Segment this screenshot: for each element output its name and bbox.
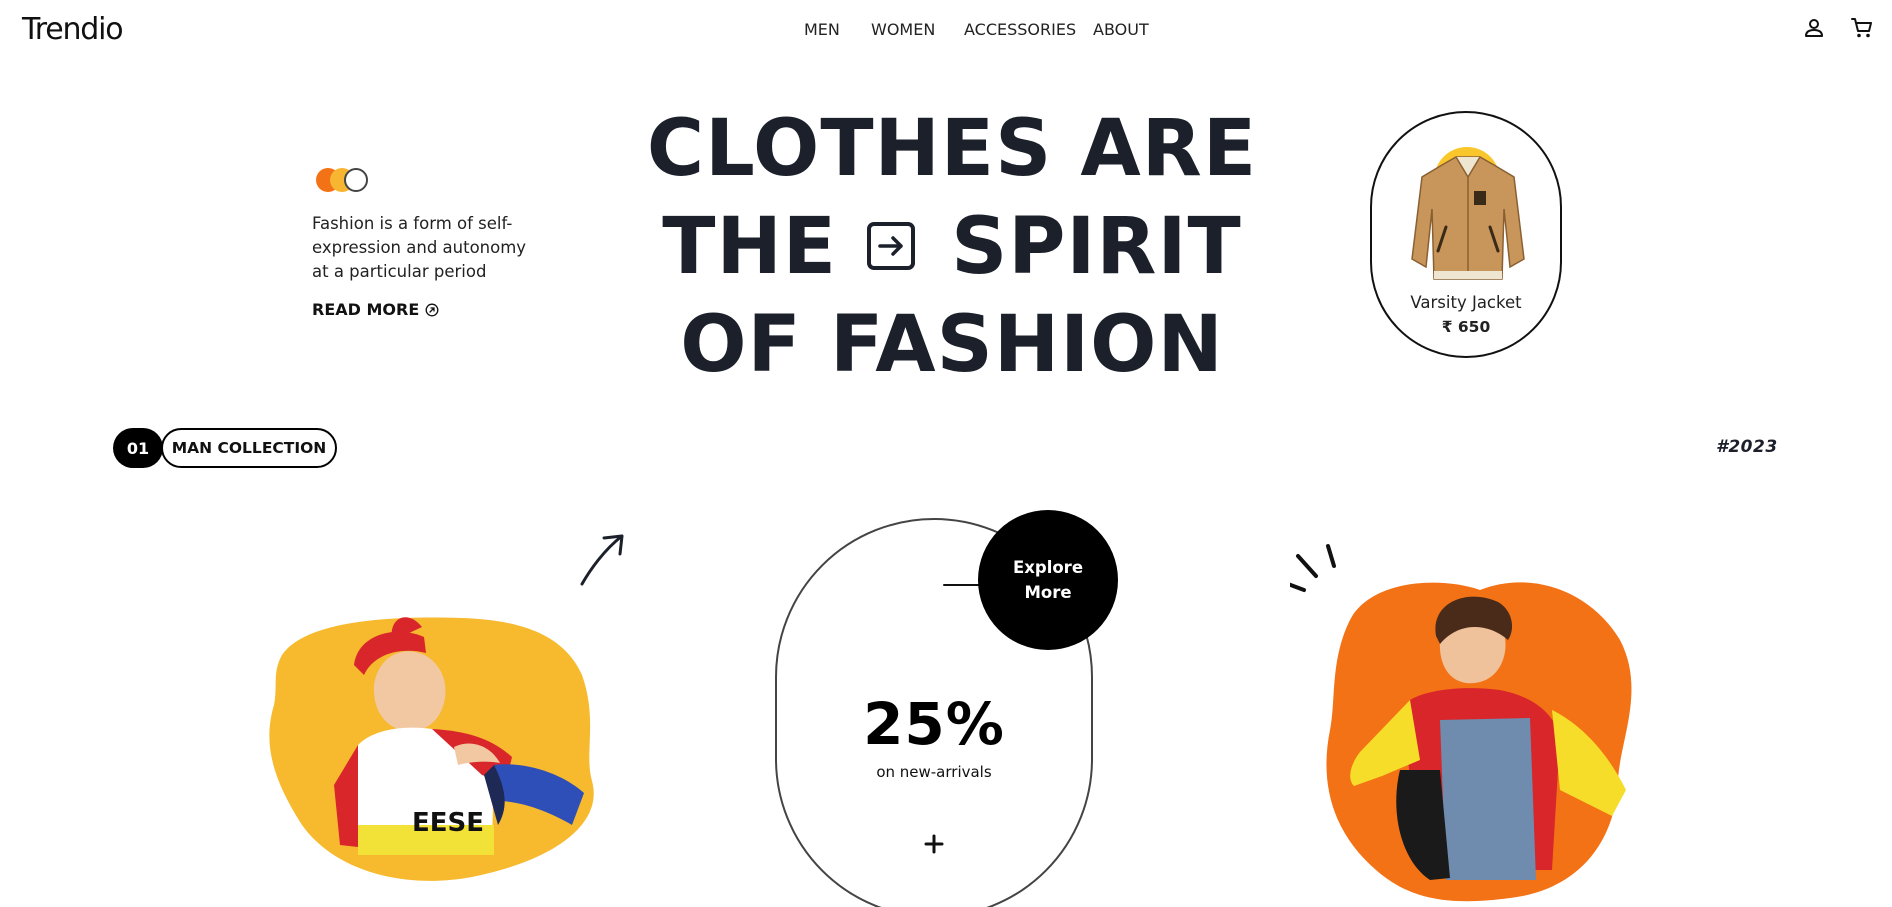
product-card[interactable]: Varsity Jacket ₹ 650 xyxy=(1370,111,1562,358)
product-name: Varsity Jacket xyxy=(1410,293,1522,312)
model-image-right xyxy=(1290,540,1650,907)
model-image-left: EESE xyxy=(262,525,622,907)
nav-item-women[interactable]: WOMEN xyxy=(871,20,935,39)
collection-label-pill[interactable]: MAN COLLECTION xyxy=(161,428,337,468)
nav-item-about[interactable]: ABOUT xyxy=(1093,20,1149,39)
svg-text:EESE: EESE xyxy=(412,808,484,838)
arrow-right-icon xyxy=(867,221,916,270)
main-nav: MEN WOMEN ACCESSORIES ABOUT xyxy=(0,20,1892,40)
headline-line-1: CLOTHES ARE xyxy=(646,104,1258,194)
hero-description: Fashion is a form of self-expression and… xyxy=(312,214,527,281)
offer-subtitle: on new-arrivals xyxy=(876,763,992,781)
read-more-link[interactable]: READ MORE xyxy=(312,300,439,319)
varsity-jacket-image xyxy=(1411,156,1525,280)
year-tag: #2023 xyxy=(1716,437,1778,457)
arrow-circle-icon xyxy=(425,303,439,317)
plus-icon[interactable] xyxy=(924,834,944,854)
swatch-white[interactable] xyxy=(344,168,368,192)
explore-more-button[interactable]: Explore More xyxy=(978,510,1118,650)
nav-item-accessories[interactable]: ACCESSORIES xyxy=(964,20,1076,39)
headline-word-the: THE xyxy=(662,202,838,292)
product-price: ₹ 650 xyxy=(1441,318,1491,336)
nav-item-men[interactable]: MEN xyxy=(804,20,840,39)
headline-line-2: THE SPIRIT xyxy=(592,198,1312,296)
diagonal-arrow-icon xyxy=(576,530,628,590)
read-more-label: READ MORE xyxy=(312,300,420,319)
user-icon[interactable] xyxy=(1802,16,1826,40)
headline-word-spirit: SPIRIT xyxy=(951,202,1242,292)
collection-number-badge: 01 xyxy=(113,428,163,468)
cart-icon[interactable] xyxy=(1850,16,1874,40)
landing-page: Trendio MEN WOMEN ACCESSORIES ABOUT Fash… xyxy=(0,0,1892,907)
hero-headline: CLOTHES ARE THE SPIRIT OF FASHION xyxy=(592,100,1312,394)
headline-line-3: OF FASHION xyxy=(680,300,1224,390)
offer-percent: 25% xyxy=(863,690,1005,758)
color-swatches xyxy=(316,166,376,194)
